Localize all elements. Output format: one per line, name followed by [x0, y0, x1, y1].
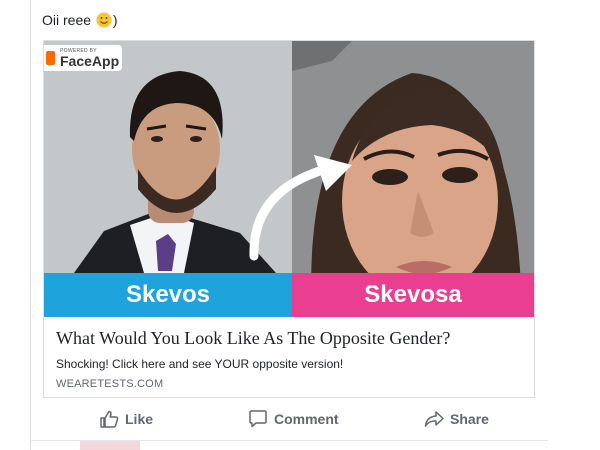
- faceapp-badge-name: FaceApp: [60, 53, 120, 69]
- link-headline[interactable]: What Would You Look Like As The Opposite…: [56, 328, 450, 349]
- share-arrow-icon: [424, 411, 444, 427]
- comment-button[interactable]: Comment: [248, 404, 339, 434]
- post-message: Oii reee: [42, 12, 92, 28]
- next-post-fragment: [80, 441, 140, 450]
- post-message-suffix: ): [112, 12, 118, 28]
- transform-arrow-icon: [249, 155, 352, 261]
- comment-bubble-icon: [249, 410, 267, 428]
- right-name-label: Skevosa: [292, 273, 534, 317]
- link-domain: WEARETESTS.COM: [56, 378, 164, 390]
- facebook-post: Oii reee ) POWERED BY FaceApp Skevos Ske…: [30, 0, 548, 450]
- comment-label: Comment: [274, 411, 339, 427]
- post-actions: Like Comment Share: [43, 404, 535, 434]
- post-text: Oii reee ): [42, 11, 118, 29]
- link-info[interactable]: What Would You Look Like As The Opposite…: [44, 317, 534, 397]
- link-preview-card[interactable]: POWERED BY FaceApp Skevos Skevosa What W…: [43, 40, 535, 398]
- share-button[interactable]: Share: [424, 404, 489, 434]
- left-name-label: Skevos: [44, 273, 292, 317]
- faceapp-logo-icon: [46, 51, 55, 65]
- like-label: Like: [125, 411, 154, 427]
- faceapp-badge: POWERED BY FaceApp: [44, 45, 122, 71]
- link-preview-image[interactable]: POWERED BY FaceApp Skevos Skevosa: [44, 41, 534, 317]
- smiley-face-icon: [96, 12, 112, 28]
- thumbs-up-icon: [100, 410, 119, 428]
- link-description: Shocking! Click here and see YOUR opposi…: [56, 357, 344, 371]
- post-border: [30, 0, 31, 450]
- share-label: Share: [450, 411, 489, 427]
- like-button[interactable]: Like: [99, 404, 153, 434]
